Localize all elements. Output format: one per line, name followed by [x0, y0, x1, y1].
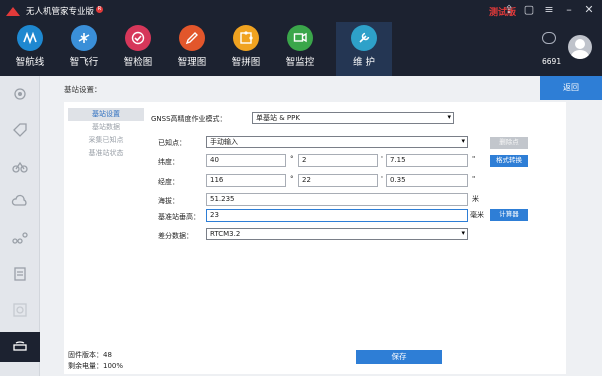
- nav-flight[interactable]: 智飞行: [58, 22, 110, 76]
- nav-label: 智理图: [177, 57, 207, 68]
- tag-icon: [13, 123, 27, 137]
- puzzle-icon: [233, 25, 259, 51]
- nav-label: 智拼图: [231, 57, 261, 68]
- bike-icon: [12, 161, 28, 173]
- sidebar-item-disc[interactable]: [0, 292, 40, 328]
- sidebar-item-bike[interactable]: [0, 148, 40, 184]
- cloud-icon: [11, 194, 27, 206]
- subnav-item-base-status[interactable]: 基准站状态: [68, 147, 144, 160]
- share-icon[interactable]: ⇪: [502, 3, 516, 17]
- disc-icon: [13, 303, 27, 317]
- gimbal-icon: [14, 88, 26, 100]
- minute-mark: ': [381, 155, 383, 163]
- nav-label: 智飞行: [69, 57, 99, 68]
- altitude-input[interactable]: 51.235: [206, 193, 468, 206]
- save-button[interactable]: 保存: [356, 350, 442, 364]
- firmware-version: 固件版本：48: [68, 351, 112, 359]
- route-icon: [17, 25, 43, 51]
- known-point-select[interactable]: 手动输入: [206, 136, 468, 148]
- base-height-unit: 毫米: [470, 211, 484, 219]
- subnav-item-collect-points[interactable]: 采集已知点: [68, 134, 144, 147]
- nav-maintenance[interactable]: 维 护: [336, 22, 392, 76]
- subnav-item-base-data[interactable]: 基站数据: [68, 121, 144, 134]
- user-area: 6691: [542, 28, 592, 66]
- breadcrumb: 基站设置：: [64, 85, 102, 94]
- sub-navigation: 基站设置 基站数据 采集已知点 基准站状态: [68, 108, 144, 160]
- back-button[interactable]: 返回: [540, 76, 602, 100]
- format-convert-button[interactable]: 格式转换: [490, 155, 528, 167]
- subnav-item-base-settings[interactable]: 基站设置: [68, 108, 144, 121]
- gnss-mode-label: GNSS高精度作业模式：: [151, 115, 227, 123]
- menu-icon[interactable]: ≡: [542, 3, 556, 17]
- nav-label: 智检图: [123, 57, 153, 68]
- top-navigation: 智航线 智飞行 智检图 智理图 智拼图 智监控 维 护 6691: [0, 22, 602, 76]
- minimize-icon[interactable]: –: [562, 3, 576, 17]
- sidebar-item-basestation[interactable]: [0, 332, 40, 362]
- main-panel: 基站设置 基站数据 采集已知点 基准站状态 GNSS高精度作业模式： 单基站 &…: [64, 102, 566, 374]
- sidebar-item-report[interactable]: [0, 256, 40, 292]
- nav-label: 智航线: [15, 57, 45, 68]
- drone-icon: [71, 25, 97, 51]
- nav-process[interactable]: 智理图: [166, 22, 218, 76]
- sidebar-item-gimbal[interactable]: [0, 76, 40, 112]
- base-height-input[interactable]: 23: [206, 209, 468, 222]
- diff-data-label: 差分数据：: [158, 232, 193, 240]
- battery-level: 剩余电量：100%: [68, 362, 124, 370]
- avatar[interactable]: [568, 35, 592, 59]
- nav-label: 智监控: [285, 57, 315, 68]
- gnss-mode-select[interactable]: 单基站 & PPK: [252, 112, 454, 124]
- longitude-degree-input[interactable]: 116: [206, 174, 286, 187]
- longitude-label: 经度：: [158, 178, 179, 186]
- delete-point-button[interactable]: 删除点: [490, 137, 528, 149]
- wrench-icon: [351, 25, 377, 51]
- nav-mosaic[interactable]: 智拼图: [220, 22, 272, 76]
- user-count: 6691: [542, 57, 562, 66]
- close-icon[interactable]: ✕: [582, 3, 596, 17]
- latitude-minute-input[interactable]: 2: [298, 154, 378, 167]
- minute-mark: ': [381, 175, 383, 183]
- report-icon: [14, 267, 26, 281]
- sidebar-item-flow[interactable]: [0, 220, 40, 256]
- altitude-label: 海拔：: [158, 197, 179, 205]
- app-title: 无人机管家专业版 R: [26, 6, 104, 17]
- second-mark: ": [472, 175, 476, 183]
- longitude-minute-input[interactable]: 22: [298, 174, 378, 187]
- degree-mark: °: [290, 155, 294, 163]
- base-height-label: 基准站垂高：: [158, 213, 200, 221]
- left-sidebar: [0, 76, 40, 376]
- diff-data-select[interactable]: RTCM3.2: [206, 228, 468, 240]
- sidebar-item-cloud[interactable]: [0, 184, 40, 220]
- calculator-button[interactable]: 计算器: [490, 209, 528, 221]
- sidebar-item-tag[interactable]: [0, 112, 40, 148]
- registered-badge: R: [96, 6, 104, 14]
- second-mark: ": [472, 155, 476, 163]
- nav-route[interactable]: 智航线: [4, 22, 56, 76]
- window-icon[interactable]: ▢: [522, 3, 536, 17]
- check-icon: [125, 25, 151, 51]
- chat-icon[interactable]: [542, 32, 556, 44]
- app-logo: [6, 5, 20, 17]
- nav-label: 维 护: [352, 57, 376, 68]
- nav-monitor[interactable]: 智监控: [274, 22, 326, 76]
- monitor-icon: [287, 25, 313, 51]
- latitude-label: 纬度：: [158, 158, 179, 166]
- breadcrumb-bar: 基站设置： 返回: [40, 76, 602, 100]
- altitude-unit: 米: [472, 195, 479, 203]
- flow-icon: [12, 232, 28, 244]
- edit-icon: [179, 25, 205, 51]
- longitude-second-input[interactable]: 0.35: [386, 174, 468, 187]
- latitude-second-input[interactable]: 7.15: [386, 154, 468, 167]
- known-point-label: 已知点：: [158, 139, 186, 147]
- title-bar: 无人机管家专业版 R 测试版 ⇪ ▢ ≡ – ✕: [0, 0, 602, 22]
- basestation-icon: [13, 341, 27, 351]
- latitude-degree-input[interactable]: 40: [206, 154, 286, 167]
- nav-inspect[interactable]: 智检图: [112, 22, 164, 76]
- degree-mark: °: [290, 175, 294, 183]
